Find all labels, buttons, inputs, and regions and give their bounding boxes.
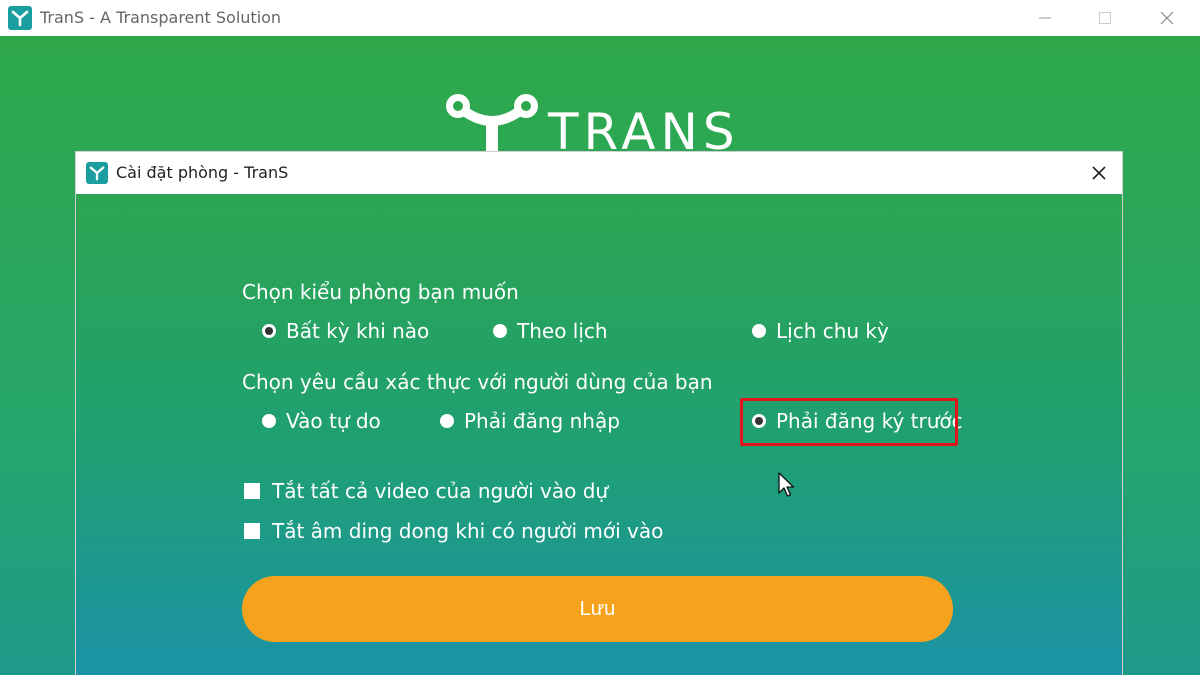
radio-label: Lịch chu kỳ [776,319,889,343]
close-icon [1092,166,1106,180]
mouse-cursor-icon [778,472,795,497]
checkbox-label: Tắt âm ding dong khi có người mới vào [272,519,664,543]
radio-free-entry[interactable]: Vào tự do [262,409,381,433]
dialog-titlebar: Cài đặt phòng - TranS [76,152,1122,194]
window-title: TranS - A Transparent Solution [40,8,282,27]
app-logo-icon [8,6,32,30]
checkbox-disable-ding[interactable]: Tắt âm ding dong khi có người mới vào [244,519,663,543]
room-type-label: Chọn kiểu phòng bạn muốn [242,280,519,304]
trans-logo-icon [446,94,538,156]
close-button[interactable] [1144,0,1190,36]
radio-label: Phải đăng nhập [464,409,620,433]
checkbox-label: Tắt tất cả video của người vào dự [272,479,609,503]
checkbox-disable-video[interactable]: Tắt tất cả video của người vào dự [244,479,608,503]
dialog-app-icon [86,162,108,184]
save-button[interactable]: Lưu [242,576,953,642]
radio-button[interactable] [262,414,276,428]
auth-label: Chọn yêu cầu xác thực với người dùng của… [242,370,713,394]
maximize-button[interactable] [1082,0,1128,36]
room-settings-dialog: Cài đặt phòng - TranS Chọn kiểu phòng bạ… [76,152,1122,675]
minimize-button[interactable] [1022,0,1068,36]
checkbox[interactable] [244,483,260,499]
radio-label: Bất kỳ khi nào [286,319,430,343]
brand-header: TRANS [444,92,764,160]
radio-button[interactable] [752,324,766,338]
radio-button[interactable] [440,414,454,428]
checkbox[interactable] [244,523,260,539]
radio-must-login[interactable]: Phải đăng nhập [440,409,620,433]
radio-scheduled[interactable]: Theo lịch [493,319,608,343]
minimize-icon [1039,17,1051,19]
close-icon [1160,11,1174,25]
radio-button-checked[interactable] [262,324,276,338]
radio-button[interactable] [493,324,507,338]
red-highlight-box [740,398,958,446]
radio-anytime[interactable]: Bất kỳ khi nào [262,319,429,343]
radio-label: Theo lịch [517,319,608,343]
maximize-icon [1099,12,1111,24]
radio-label: Vào tự do [286,409,381,433]
dialog-close-button[interactable] [1076,152,1122,194]
radio-recurring[interactable]: Lịch chu kỳ [752,319,889,343]
dialog-title: Cài đặt phòng - TranS [116,163,289,182]
main-titlebar: TranS - A Transparent Solution [0,0,1200,36]
